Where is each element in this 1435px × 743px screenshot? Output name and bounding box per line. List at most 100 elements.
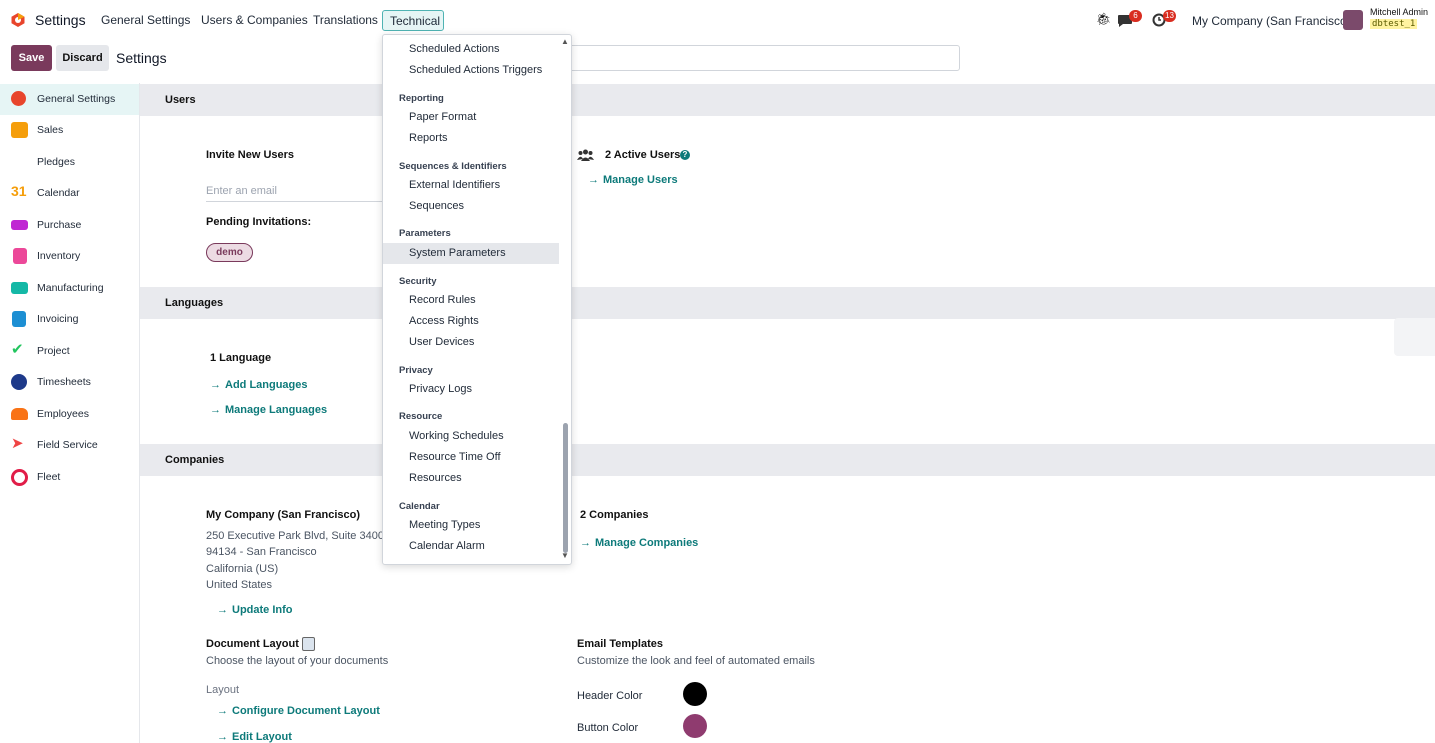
dropdown-item-scheduled-actions[interactable]: Scheduled Actions bbox=[409, 43, 500, 55]
sidebar-item-project[interactable]: ✔ Project bbox=[0, 336, 139, 367]
sidebar-item-inventory[interactable]: Inventory bbox=[0, 241, 139, 272]
dropdown-item-sequences[interactable]: Sequences bbox=[409, 200, 464, 212]
sidebar-label: Fleet bbox=[37, 471, 61, 483]
button-color-swatch[interactable] bbox=[683, 714, 707, 738]
header-color-swatch[interactable] bbox=[683, 682, 707, 706]
dropdown-item-privacy-logs[interactable]: Privacy Logs bbox=[409, 383, 472, 395]
add-languages-link[interactable]: Add Languages bbox=[225, 379, 308, 391]
dropdown-item-record-rules[interactable]: Record Rules bbox=[409, 294, 476, 306]
dropdown-item-access-rights[interactable]: Access Rights bbox=[409, 315, 479, 327]
dropdown-scrollbar[interactable] bbox=[563, 423, 568, 553]
settings-logo-icon bbox=[11, 91, 26, 106]
sidebar-item-manufacturing[interactable]: Manufacturing bbox=[0, 273, 139, 304]
sidebar-item-timesheets[interactable]: Timesheets bbox=[0, 367, 139, 398]
purchase-icon bbox=[11, 220, 28, 230]
side-panel-toggle[interactable] bbox=[1394, 318, 1435, 356]
sidebar-label: Purchase bbox=[37, 219, 82, 231]
sidebar-item-fleet[interactable]: Fleet bbox=[0, 462, 139, 493]
dropdown-heading: Reporting bbox=[399, 93, 444, 104]
document-preview-icon bbox=[302, 637, 315, 651]
manage-companies-link[interactable]: Manage Companies bbox=[595, 537, 698, 549]
discard-button[interactable]: Discard bbox=[56, 45, 109, 71]
arrow-right-icon: → bbox=[580, 537, 591, 549]
sidebar-item-pledges[interactable]: Pledges bbox=[0, 147, 139, 178]
dropdown-item-paper-format[interactable]: Paper Format bbox=[409, 111, 476, 123]
dropdown-item-resource-time-off[interactable]: Resource Time Off bbox=[409, 451, 501, 463]
app-title[interactable]: Settings bbox=[35, 12, 86, 28]
sidebar-label: Inventory bbox=[37, 250, 81, 262]
dropdown-item-working-schedules[interactable]: Working Schedules bbox=[409, 430, 504, 442]
sidebar-item-general-settings[interactable]: General Settings bbox=[0, 84, 139, 115]
menu-translations[interactable]: Translations bbox=[313, 13, 378, 27]
section-companies-header: Companies bbox=[140, 444, 1435, 476]
project-icon: ✔ bbox=[11, 341, 24, 358]
sidebar-item-field-service[interactable]: ➤ Field Service bbox=[0, 430, 139, 461]
dropdown-heading: Privacy bbox=[399, 365, 433, 376]
menu-users-companies[interactable]: Users & Companies bbox=[201, 13, 308, 27]
timesheets-icon bbox=[11, 374, 27, 390]
dropdown-item-calendar-alarm[interactable]: Calendar Alarm bbox=[409, 540, 485, 552]
menu-general-settings[interactable]: General Settings bbox=[101, 13, 190, 27]
user-avatar[interactable] bbox=[1343, 10, 1363, 30]
inventory-icon bbox=[13, 248, 27, 264]
dropdown-heading: Security bbox=[399, 276, 437, 287]
dropdown-item-external-identifiers[interactable]: External Identifiers bbox=[409, 179, 500, 191]
sidebar-item-sales[interactable]: Sales bbox=[0, 115, 139, 146]
dropdown-heading: Sequences & Identifiers bbox=[399, 161, 507, 172]
manage-languages-link[interactable]: Manage Languages bbox=[225, 404, 327, 416]
sidebar-label: Manufacturing bbox=[37, 282, 104, 294]
dropdown-item-meeting-types[interactable]: Meeting Types bbox=[409, 519, 480, 531]
document-layout-title: Document Layout bbox=[206, 638, 299, 650]
fleet-icon bbox=[11, 469, 28, 486]
layout-label: Layout bbox=[206, 684, 240, 696]
scroll-up-arrow-icon[interactable]: ▲ bbox=[561, 37, 569, 46]
top-navbar: Settings General Settings Users & Compan… bbox=[0, 0, 1435, 40]
dropdown-item-user-devices[interactable]: User Devices bbox=[409, 336, 474, 348]
save-button[interactable]: Save bbox=[11, 45, 52, 71]
sidebar-item-calendar[interactable]: 31 Calendar bbox=[0, 178, 139, 209]
calendar-icon: 31 bbox=[11, 183, 27, 199]
manufacturing-icon bbox=[11, 282, 28, 294]
arrow-right-icon: → bbox=[217, 705, 228, 717]
settings-search-input[interactable] bbox=[560, 45, 960, 71]
dropdown-item-resources[interactable]: Resources bbox=[409, 472, 462, 484]
section-languages-header: Languages bbox=[140, 287, 1435, 319]
sidebar-label: General Settings bbox=[37, 93, 116, 105]
address-line: United States bbox=[206, 579, 273, 591]
invite-email-input[interactable]: Enter an email bbox=[206, 184, 384, 202]
sidebar-item-purchase[interactable]: Purchase bbox=[0, 210, 139, 241]
button-color-label: Button Color bbox=[577, 722, 639, 734]
activities-badge: 13 bbox=[1163, 10, 1176, 22]
sidebar-label: Invoicing bbox=[37, 313, 79, 325]
user-name[interactable]: Mitchell Admin bbox=[1370, 7, 1428, 17]
dropdown-heading: Resource bbox=[399, 411, 443, 422]
update-info-link[interactable]: Update Info bbox=[232, 604, 293, 616]
configure-layout-link[interactable]: Configure Document Layout bbox=[232, 705, 380, 717]
menu-technical[interactable]: Technical bbox=[382, 10, 444, 31]
arrow-right-icon: → bbox=[217, 731, 228, 743]
pending-invitations-title: Pending Invitations: bbox=[206, 216, 312, 228]
manage-users-link[interactable]: Manage Users bbox=[603, 174, 678, 186]
arrow-right-icon: → bbox=[210, 379, 221, 391]
pending-invitation-tag[interactable]: demo bbox=[206, 243, 253, 262]
company-switcher[interactable]: My Company (San Francisco) bbox=[1192, 14, 1351, 28]
arrow-right-icon: → bbox=[588, 174, 599, 186]
edit-layout-link[interactable]: Edit Layout bbox=[232, 731, 292, 743]
company-name: My Company (San Francisco) bbox=[206, 509, 361, 521]
help-icon[interactable]: ? bbox=[680, 150, 690, 160]
dropdown-item-reports[interactable]: Reports bbox=[409, 132, 448, 144]
debug-bug-icon[interactable]: 🐞︎ bbox=[1096, 12, 1111, 26]
scroll-down-arrow-icon[interactable]: ▼ bbox=[561, 551, 569, 560]
dropdown-item-system-parameters[interactable]: System Parameters bbox=[409, 247, 506, 259]
dropdown-item-scheduled-actions-triggers[interactable]: Scheduled Actions Triggers bbox=[409, 64, 542, 76]
breadcrumb: Settings bbox=[116, 50, 167, 66]
sidebar-item-employees[interactable]: Employees bbox=[0, 399, 139, 430]
document-layout-desc: Choose the layout of your documents bbox=[206, 655, 389, 667]
messages-badge: 6 bbox=[1129, 10, 1142, 22]
section-title: Languages bbox=[165, 297, 224, 309]
sidebar-label: Pledges bbox=[37, 156, 75, 168]
odoo-settings-logo-icon[interactable] bbox=[10, 12, 26, 28]
sidebar-item-invoicing[interactable]: Invoicing bbox=[0, 304, 139, 335]
dropdown-heading: Calendar bbox=[399, 501, 440, 512]
active-users-count: 2 Active Users bbox=[605, 149, 681, 161]
